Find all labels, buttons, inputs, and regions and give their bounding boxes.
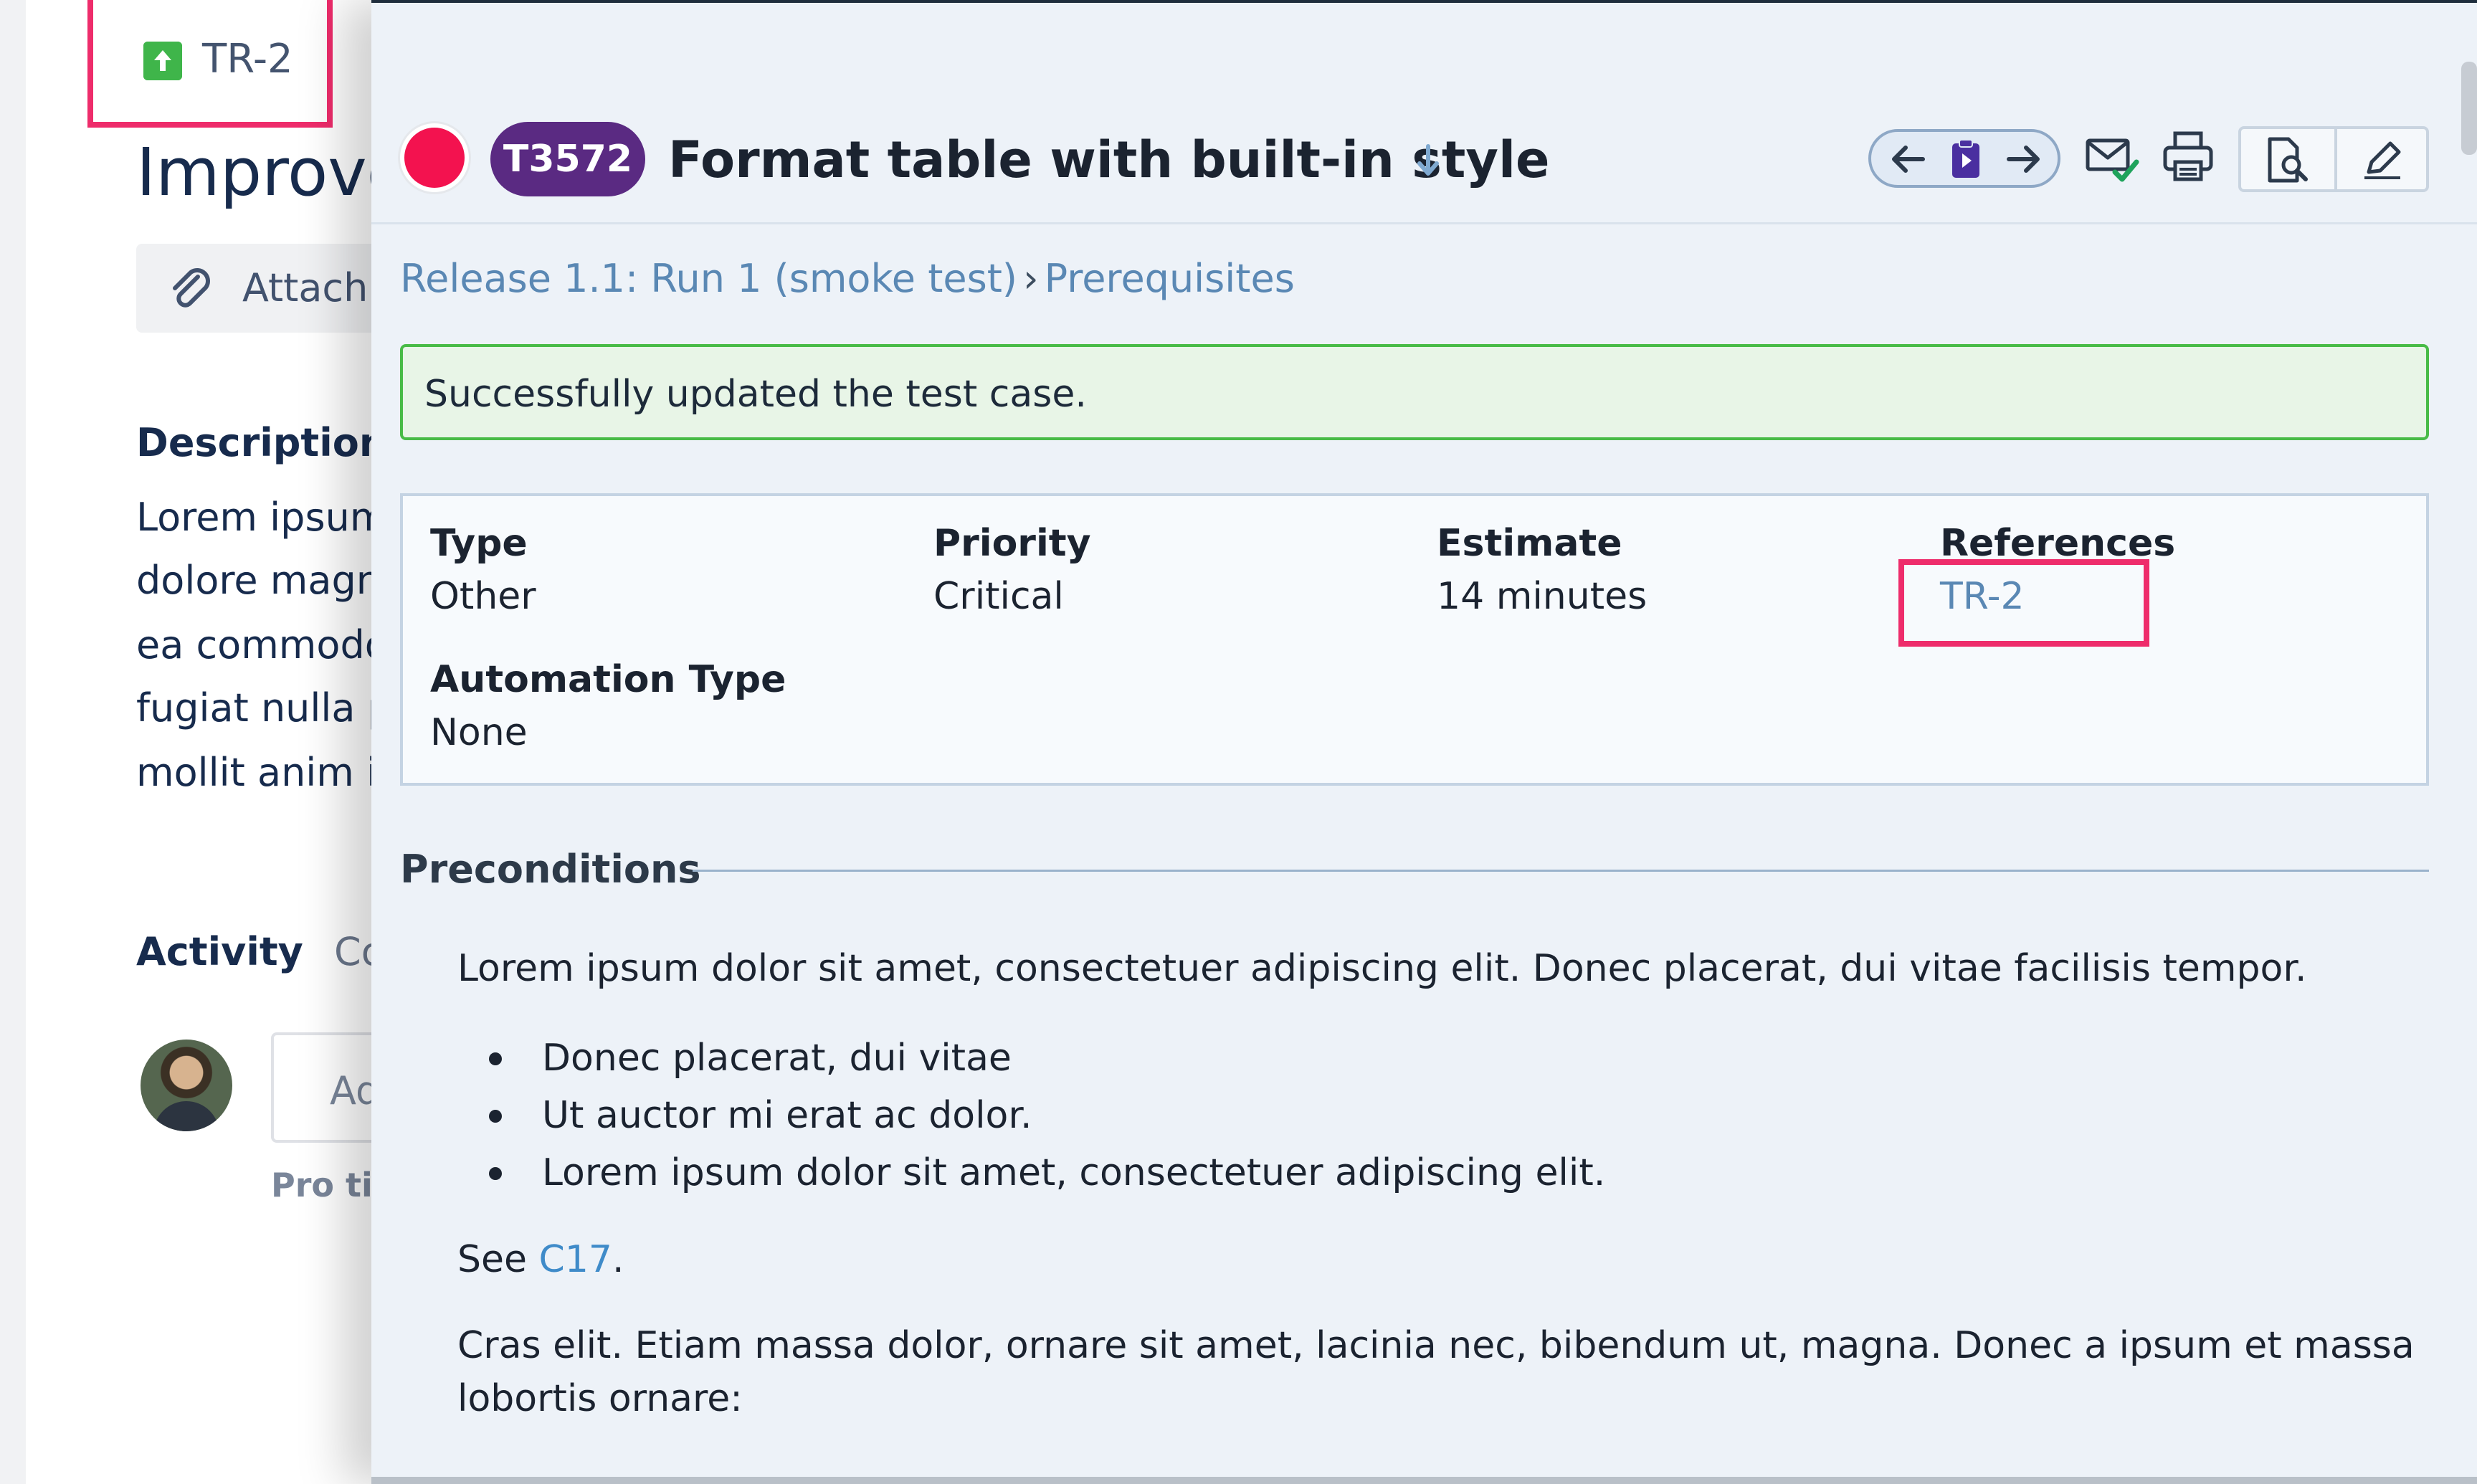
panel-scrollbar[interactable]: [2461, 62, 2477, 155]
automation-type-label: Automation Type: [430, 658, 786, 701]
case-id-badge: T3572: [490, 122, 645, 196]
issue-title: Improve: [136, 134, 408, 211]
automation-type-value: None: [430, 711, 528, 754]
preconditions-paragraph: Cras elit. Etiam massa dolor, ornare sit…: [457, 1324, 2415, 1420]
paperclip-icon: [173, 268, 210, 308]
type-value: Other: [430, 575, 536, 618]
panel-top-border: [371, 0, 2477, 3]
description-line: Lorem ipsum: [136, 495, 388, 540]
printer-icon[interactable]: [2159, 128, 2217, 185]
clipboard-play-icon[interactable]: [1944, 138, 1987, 181]
breadcrumb-run-link[interactable]: Release 1.1: Run 1 (smoke test): [400, 256, 1017, 301]
view-edit-group: [2238, 126, 2429, 192]
case-navigation: [1868, 129, 2060, 188]
attach-button[interactable]: Attach: [136, 244, 409, 333]
arrow-right-icon[interactable]: [2002, 138, 2045, 181]
header-divider: [371, 222, 2477, 224]
list-item: Lorem ipsum dolor sit amet, consectetuer…: [457, 1144, 1605, 1202]
see-suffix: .: [612, 1238, 624, 1281]
success-message-text: Successfully updated the test case.: [424, 373, 1087, 416]
description-heading: Description: [136, 420, 387, 465]
breadcrumb-section-link[interactable]: Prerequisites: [1045, 256, 1295, 301]
description-line: mollit anim id: [136, 750, 402, 795]
description-line: dolore magna: [136, 558, 405, 603]
avatar: [141, 1040, 232, 1131]
reference-highlight: [1898, 559, 2149, 647]
preconditions-paragraph: Lorem ipsum dolor sit amet, consectetuer…: [457, 947, 2307, 990]
panel-bottom-border: [371, 1477, 2477, 1484]
type-label: Type: [430, 522, 528, 565]
activity-heading: Activity: [136, 929, 303, 974]
see-prefix: See: [457, 1238, 539, 1281]
document-search-icon[interactable]: [2263, 136, 2313, 184]
issue-key-highlight: [87, 0, 333, 128]
description-line: ea commodo: [136, 622, 389, 667]
breadcrumb-separator: ›: [1022, 256, 1039, 301]
preconditions-heading: Preconditions: [400, 847, 701, 892]
priority-value: Critical: [933, 575, 1064, 618]
priority-label: Priority: [933, 522, 1091, 565]
preconditions-divider: [693, 870, 2429, 872]
list-item: Ut auctor mi erat ac dolor.: [457, 1087, 1605, 1144]
success-message: Successfully updated the test case.: [400, 344, 2429, 440]
toolbar-divider: [2334, 129, 2337, 189]
test-case-panel: T3572 Format table with built-in style R…: [371, 0, 2477, 1484]
pencil-icon[interactable]: [2359, 138, 2406, 182]
breadcrumb: Release 1.1: Run 1 (smoke test) › Prerequi…: [400, 254, 1295, 304]
preconditions-list: Donec placerat, dui vitae Ut auctor mi e…: [457, 1029, 1605, 1202]
email-check-icon[interactable]: [2083, 129, 2141, 186]
status-indicator: [400, 123, 469, 192]
page-edge: [0, 0, 26, 1484]
estimate-label: Estimate: [1437, 522, 1622, 565]
list-item: Donec placerat, dui vitae: [457, 1029, 1605, 1087]
see-reference-line: See C17.: [457, 1233, 624, 1286]
estimate-value: 14 minutes: [1437, 575, 1648, 618]
arrow-down-icon[interactable]: [1414, 141, 1442, 181]
case-link[interactable]: C17: [539, 1238, 612, 1281]
arrow-left-icon[interactable]: [1887, 138, 1930, 181]
attach-label: Attach: [242, 265, 369, 310]
